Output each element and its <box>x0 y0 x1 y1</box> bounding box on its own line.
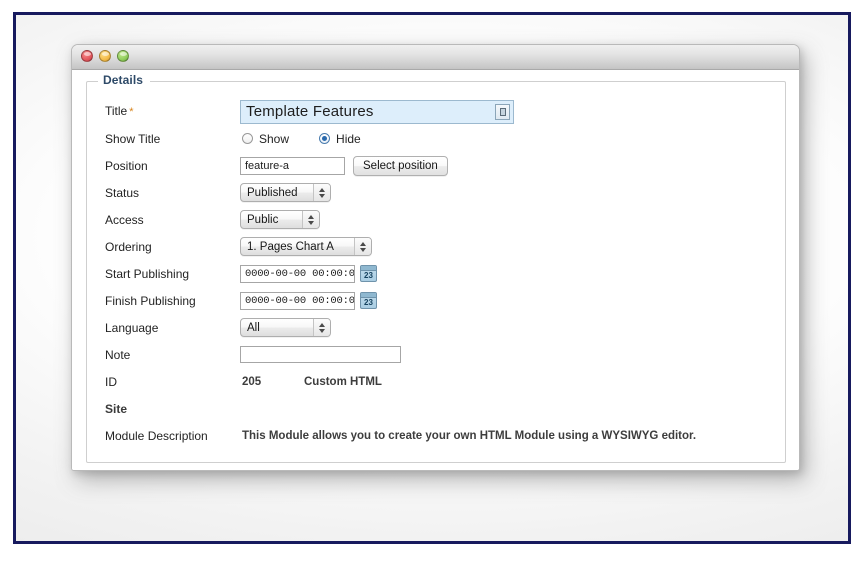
field-access: Public <box>240 210 779 229</box>
minimize-button-icon[interactable] <box>99 50 111 62</box>
show-title-radio-group: Show Hide <box>240 132 361 146</box>
radio-show-dot[interactable] <box>242 133 253 144</box>
details-fieldset: Details Title * Template Features Show T… <box>86 73 786 463</box>
row-finish-publishing: Finish Publishing 0000-00-00 00:00:0 23 <box>96 287 779 314</box>
form-rows: Title * Template Features Show Title Sho… <box>96 98 779 449</box>
id-value: 205 <box>242 375 262 388</box>
label-ordering: Ordering <box>105 239 152 254</box>
row-site: Site <box>96 395 779 422</box>
traffic-lights <box>81 50 129 62</box>
chevron-updown-icon <box>313 184 330 201</box>
mac-window: Details Title * Template Features Show T… <box>71 44 800 471</box>
title-input[interactable]: Template Features <box>240 99 514 124</box>
field-title: Template Features <box>240 99 779 124</box>
row-show-title: Show Title Show Hide <box>96 125 779 152</box>
outer-frame: Details Title * Template Features Show T… <box>13 12 851 544</box>
start-publishing-input[interactable]: 0000-00-00 00:00:0 <box>240 264 355 283</box>
row-access: Access Public <box>96 206 779 233</box>
field-start-publishing: 0000-00-00 00:00:0 23 <box>240 264 779 283</box>
required-asterisk: * <box>129 106 134 118</box>
row-start-publishing: Start Publishing 0000-00-00 00:00:0 23 <box>96 260 779 287</box>
language-select-value: All <box>247 321 260 334</box>
label-show-title: Show Title <box>105 131 161 146</box>
label-title: Title * <box>96 104 240 119</box>
label-language: Language <box>105 320 159 335</box>
calendar-icon-day: 23 <box>364 271 373 280</box>
row-position: Position feature-a Select position <box>96 152 779 179</box>
label-position: Position <box>105 158 148 173</box>
row-status: Status Published <box>96 179 779 206</box>
finish-publishing-input[interactable]: 0000-00-00 00:00:0 <box>240 291 355 310</box>
language-select[interactable]: All <box>240 318 331 337</box>
field-ordering: 1. Pages Chart A <box>240 237 779 256</box>
window-body: Details Title * Template Features Show T… <box>72 70 799 470</box>
radio-show[interactable]: Show <box>242 132 289 146</box>
label-note: Note <box>105 347 131 362</box>
status-select-value: Published <box>247 186 298 199</box>
label-id: ID <box>105 374 117 389</box>
label-title-text: Title <box>105 104 128 118</box>
access-select-value: Public <box>247 213 279 226</box>
title-input-value: Template Features <box>246 103 374 120</box>
chevron-updown-icon <box>313 319 330 336</box>
field-status: Published <box>240 183 779 202</box>
label-module-description: Module Description <box>105 428 208 443</box>
label-access: Access <box>105 212 144 227</box>
ordering-select-value: 1. Pages Chart A <box>247 240 334 253</box>
position-input[interactable]: feature-a <box>240 156 345 175</box>
calendar-icon-day: 23 <box>364 298 373 307</box>
calendar-icon[interactable]: 23 <box>360 265 377 282</box>
field-note <box>240 346 779 363</box>
radio-hide[interactable]: Hide <box>319 132 361 146</box>
row-module-description: Module Description This Module allows yo… <box>96 422 779 449</box>
chevron-updown-icon <box>302 211 319 228</box>
module-description-value: This Module allows you to create your ow… <box>242 429 697 442</box>
field-module-description: This Module allows you to create your ow… <box>240 430 779 442</box>
field-position: feature-a Select position <box>240 155 779 176</box>
status-select[interactable]: Published <box>240 183 331 202</box>
row-ordering: Ordering 1. Pages Chart A <box>96 233 779 260</box>
zoom-button-icon[interactable] <box>117 50 129 62</box>
label-status: Status <box>105 185 140 200</box>
label-site: Site <box>105 401 128 416</box>
title-field-widget-icon[interactable] <box>495 103 510 120</box>
details-legend: Details <box>98 73 151 87</box>
label-start-publishing: Start Publishing <box>105 266 190 281</box>
calendar-icon[interactable]: 23 <box>360 292 377 309</box>
close-button-icon[interactable] <box>81 50 93 62</box>
window-titlebar[interactable] <box>72 45 799 70</box>
row-note: Note <box>96 341 779 368</box>
field-language: All <box>240 318 779 337</box>
field-id: 205 Custom HTML <box>240 376 779 388</box>
access-select[interactable]: Public <box>240 210 320 229</box>
label-finish-publishing: Finish Publishing <box>105 293 196 308</box>
row-language: Language All <box>96 314 779 341</box>
select-position-button[interactable]: Select position <box>353 155 448 176</box>
module-type-value: Custom HTML <box>304 375 382 388</box>
field-finish-publishing: 0000-00-00 00:00:0 23 <box>240 291 779 310</box>
row-title: Title * Template Features <box>96 98 779 125</box>
radio-show-label: Show <box>259 131 290 146</box>
note-input[interactable] <box>240 346 401 363</box>
ordering-select[interactable]: 1. Pages Chart A <box>240 237 372 256</box>
row-id: ID 205 Custom HTML <box>96 368 779 395</box>
field-show-title: Show Hide <box>240 132 779 146</box>
radio-hide-dot[interactable] <box>319 133 331 144</box>
radio-hide-label: Hide <box>336 131 361 146</box>
chevron-updown-icon <box>354 238 371 255</box>
